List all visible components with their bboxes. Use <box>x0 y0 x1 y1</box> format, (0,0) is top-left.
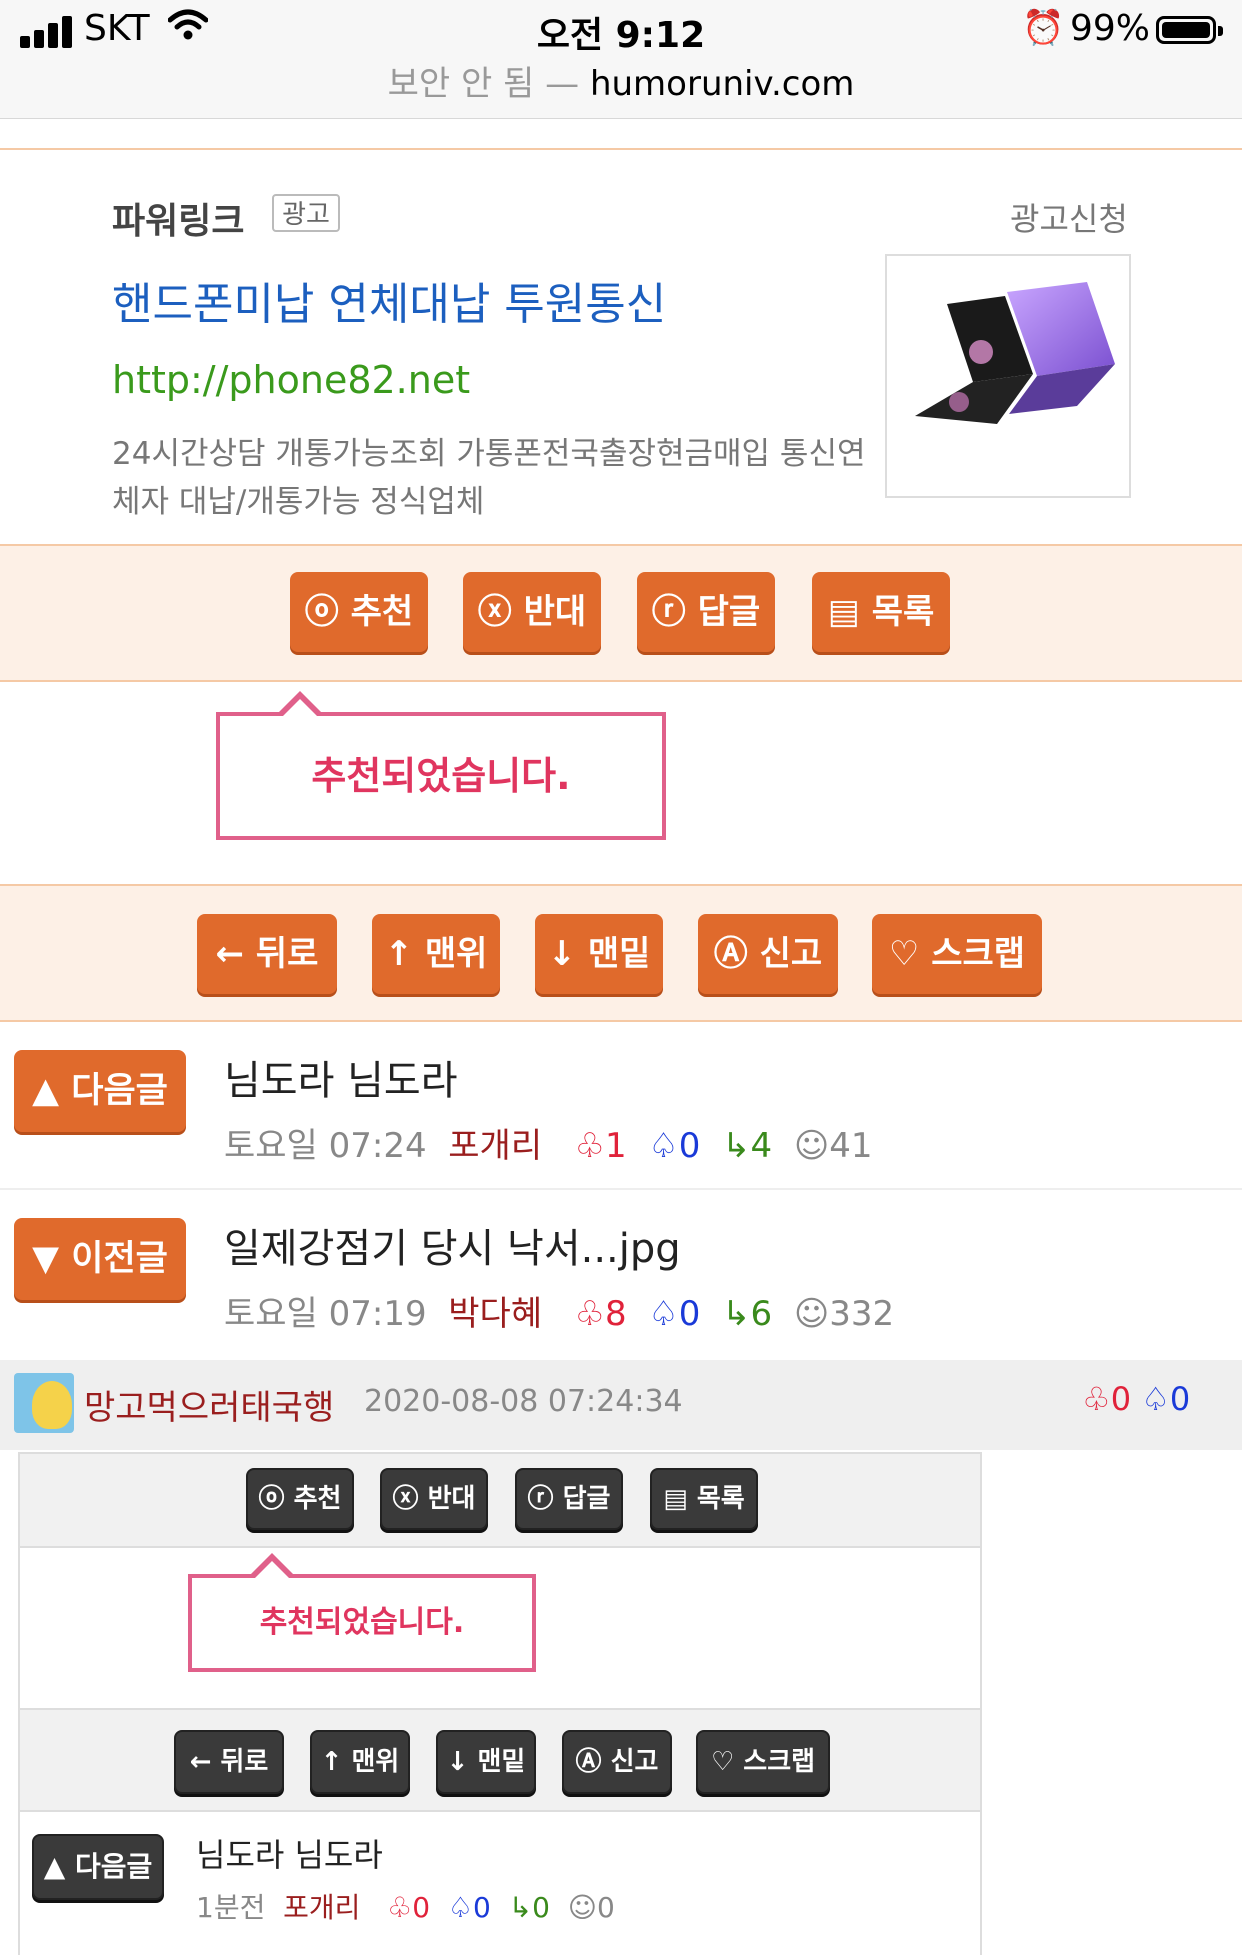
post-author[interactable]: 포개리 <box>448 1126 542 1166</box>
battery-percent: 99% <box>1070 8 1151 49</box>
divider <box>0 148 1242 150</box>
reply-button[interactable]: ⓡ 답글 <box>637 572 775 652</box>
reply-count: 6 <box>750 1294 773 1334</box>
down-count: 0 <box>678 1126 701 1166</box>
inner-recommend-alert: 추천되었습니다. <box>188 1553 536 1672</box>
thumbs-up-icon: ♧ <box>574 1294 606 1334</box>
view-count: 0 <box>596 1891 615 1924</box>
comment-down-count: 0 <box>1169 1380 1191 1418</box>
battery-icon <box>1156 16 1223 44</box>
nav-toolbar: ← 뒤로 ↑ 맨위 ↓ 맨밑 Ⓐ 신고 ♡ 스크랩 <box>0 884 1242 1022</box>
inner-next-post-meta: 1분전 포개리 ♧0 ♤0 ↳0 ☺0 <box>196 1886 615 1926</box>
thumbs-down-icon: ♤ <box>447 1891 473 1924</box>
inner-next-post-button[interactable]: ▲ 다음글 <box>32 1834 164 1900</box>
thumbs-down-icon[interactable]: ♤ <box>1141 1380 1170 1418</box>
inner-nav-toolbar: ← 뒤로 ↑ 맨위 ↓ 맨밑 Ⓐ 신고 ♡ 스크랩 <box>18 1708 982 1812</box>
thumbs-down-icon: ♤ <box>648 1126 679 1166</box>
comment-author[interactable]: 망고먹으러태국행 <box>84 1380 334 1429</box>
up-count: 0 <box>412 1891 431 1924</box>
back-button[interactable]: ← 뒤로 <box>197 914 337 994</box>
url-domain: humoruniv.com <box>589 64 855 104</box>
bottom-button[interactable]: ↓ 맨밑 <box>535 914 663 994</box>
inner-reply-button[interactable]: ⓡ 답글 <box>515 1468 623 1530</box>
inner-scrap-button[interactable]: ♡ 스크랩 <box>696 1730 830 1794</box>
divider <box>0 1188 1242 1190</box>
list-button[interactable]: ▤ 목록 <box>812 572 950 652</box>
view-count: 332 <box>829 1294 895 1334</box>
smiley-icon: ☺ <box>567 1891 597 1924</box>
ad-headline-link[interactable]: 핸드폰미납 연체대납 투원통신 <box>112 268 666 332</box>
post-time: 토요일 07:19 <box>224 1294 427 1334</box>
thumbs-down-icon: ♤ <box>648 1294 679 1334</box>
recommend-alert: 추천되었습니다. <box>216 691 666 840</box>
ad-phone-image[interactable] <box>885 254 1131 498</box>
prev-post-meta: 토요일 07:19 박다혜 ♧8 ♤0 ↳6 ☺332 <box>224 1286 894 1335</box>
post-time: 1분전 <box>196 1891 266 1924</box>
up-count: 1 <box>605 1126 627 1166</box>
inner-report-button[interactable]: Ⓐ 신고 <box>562 1730 672 1794</box>
ad-url-link[interactable]: http://phone82.net <box>112 358 470 402</box>
thumbs-up-icon: ♧ <box>574 1126 606 1166</box>
comment-date: 2020-08-08 07:24:34 <box>364 1384 683 1419</box>
avatar[interactable] <box>14 1373 74 1433</box>
smiley-icon: ☺ <box>793 1126 830 1166</box>
post-author[interactable]: 포개리 <box>283 1891 360 1924</box>
thumbs-up-icon[interactable]: ♧ <box>1082 1380 1111 1418</box>
next-post-title[interactable]: 님도라 님도라 <box>224 1048 458 1106</box>
recommend-button[interactable]: ⓞ 추천 <box>290 572 428 652</box>
inner-vote-toolbar: ⓞ 추천 ⓧ 반대 ⓡ 답글 ▤ 목록 <box>18 1452 982 1548</box>
scrap-button[interactable]: ♡ 스크랩 <box>872 914 1042 994</box>
ad-title: 파워링크 <box>112 201 245 242</box>
report-button[interactable]: Ⓐ 신고 <box>698 914 838 994</box>
reply-arrow-icon: ↳ <box>508 1891 533 1924</box>
down-count: 0 <box>473 1891 491 1924</box>
next-post-button[interactable]: ▲ 다음글 <box>14 1050 186 1132</box>
oppose-button[interactable]: ⓧ 반대 <box>463 572 601 652</box>
smiley-icon: ☺ <box>793 1294 830 1334</box>
ad-badge: 광고 <box>272 194 340 232</box>
reply-arrow-icon: ↳ <box>722 1294 751 1334</box>
inner-list-button[interactable]: ▤ 목록 <box>650 1468 758 1530</box>
vote-toolbar: ⓞ 추천 ⓧ 반대 ⓡ 답글 ▤ 목록 <box>0 544 1242 682</box>
inner-back-button[interactable]: ← 뒤로 <box>174 1730 284 1794</box>
top-button[interactable]: ↑ 맨위 <box>372 914 500 994</box>
up-count: 8 <box>605 1294 627 1334</box>
insecure-label: 보안 안 됨 — <box>387 64 580 104</box>
reply-arrow-icon: ↳ <box>722 1126 751 1166</box>
post-author[interactable]: 박다혜 <box>448 1294 542 1334</box>
ad-description: 24시간상담 개통가능조회 가통폰전국출장현금매입 통신연체자 대납/개통가능 … <box>112 436 866 520</box>
post-time: 토요일 07:24 <box>224 1126 427 1166</box>
alarm-icon: ⏰ <box>1022 8 1065 48</box>
prev-post-button[interactable]: ▼ 이전글 <box>14 1218 186 1300</box>
ad-apply-link[interactable]: 광고신청 <box>1010 194 1128 240</box>
inner-oppose-button[interactable]: ⓧ 반대 <box>380 1468 488 1530</box>
inner-bottom-button[interactable]: ↓ 맨밑 <box>436 1730 536 1794</box>
inner-recommend-button[interactable]: ⓞ 추천 <box>246 1468 354 1530</box>
reply-count: 4 <box>750 1126 773 1166</box>
address-bar[interactable]: 보안 안 됨 — humoruniv.com <box>0 56 1242 105</box>
reply-count: 0 <box>532 1891 550 1924</box>
comment-votes: ♧0 ♤0 <box>1082 1380 1190 1418</box>
next-post-meta: 토요일 07:24 포개리 ♧1 ♤0 ↳4 ☺41 <box>224 1118 873 1167</box>
inner-top-button[interactable]: ↑ 맨위 <box>310 1730 410 1794</box>
thumbs-up-icon: ♧ <box>387 1891 413 1924</box>
inner-next-post-title[interactable]: 님도라 님도라 <box>196 1830 383 1876</box>
down-count: 0 <box>678 1294 701 1334</box>
comment-up-count: 0 <box>1110 1380 1132 1418</box>
prev-post-title[interactable]: 일제강점기 당시 낙서...jpg <box>224 1216 681 1274</box>
view-count: 41 <box>829 1126 873 1166</box>
